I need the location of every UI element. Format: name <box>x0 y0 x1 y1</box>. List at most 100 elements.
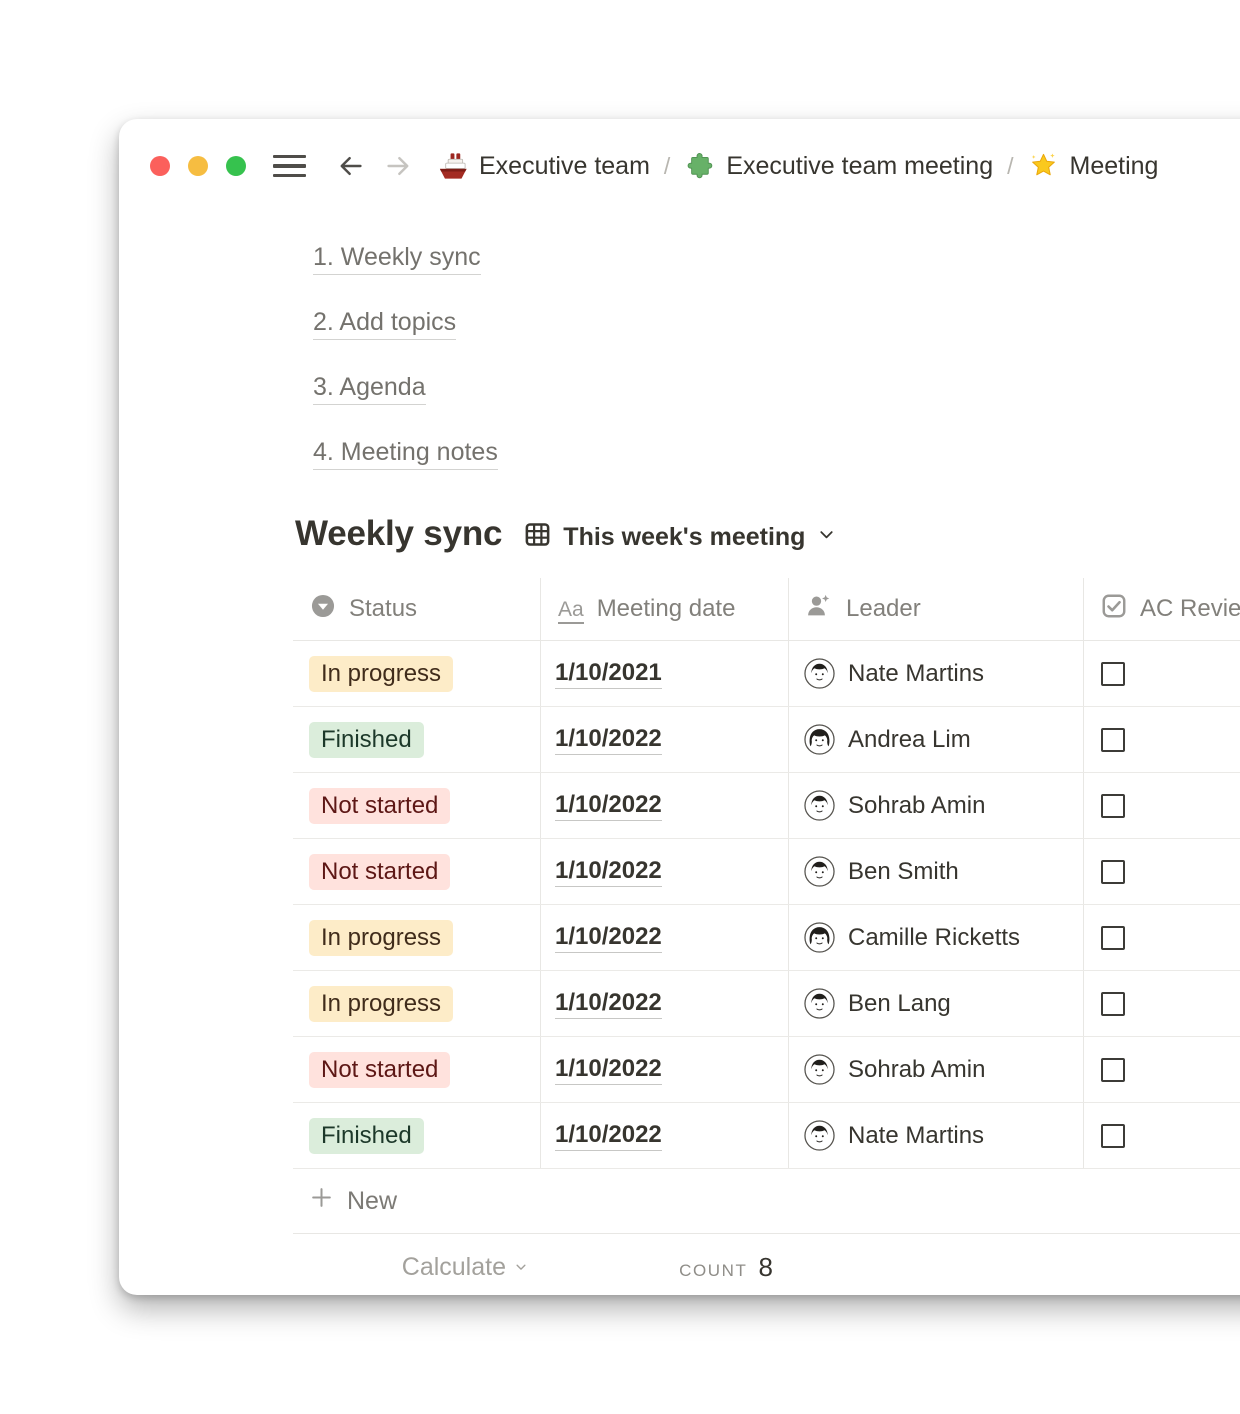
sidebar-menu-icon[interactable] <box>273 155 306 178</box>
meeting-date-cell[interactable]: 1/10/2022 <box>541 707 789 772</box>
checkbox[interactable] <box>1101 860 1125 884</box>
table-row: Not started 1/10/2022 Sohrab Amin <box>293 773 1240 839</box>
avatar <box>804 988 835 1019</box>
meeting-date-link[interactable]: 1/10/2022 <box>555 1121 662 1151</box>
status-badge: Not started <box>309 788 450 824</box>
table-row: In progress 1/10/2022 Ben Lang <box>293 971 1240 1037</box>
meeting-date-link[interactable]: 1/10/2021 <box>555 659 662 689</box>
leader-cell[interactable]: Sohrab Amin <box>789 1037 1084 1102</box>
breadcrumb-item[interactable]: Meeting <box>1028 151 1159 182</box>
checkbox[interactable] <box>1101 992 1125 1016</box>
column-header[interactable]: Status <box>293 578 541 640</box>
ac-reviewed-cell[interactable] <box>1084 707 1240 772</box>
meeting-date-link[interactable]: 1/10/2022 <box>555 791 662 821</box>
meeting-date-cell[interactable]: 1/10/2022 <box>541 839 789 904</box>
toc-link[interactable]: 4. Meeting notes <box>313 438 498 470</box>
status-cell[interactable]: Not started <box>293 773 541 838</box>
toc-link[interactable]: 1. Weekly sync <box>313 243 481 275</box>
ac-reviewed-cell[interactable] <box>1084 971 1240 1036</box>
ac-reviewed-cell[interactable] <box>1084 1103 1240 1168</box>
close-button[interactable] <box>150 156 170 176</box>
meeting-date-link[interactable]: 1/10/2022 <box>555 989 662 1019</box>
calculate-button[interactable]: Calculate <box>402 1253 541 1282</box>
status-badge: Finished <box>309 722 424 758</box>
new-row-label: New <box>347 1187 397 1216</box>
leader-cell[interactable]: Ben Smith <box>789 839 1084 904</box>
status-cell[interactable]: Finished <box>293 707 541 772</box>
meeting-date-cell[interactable]: 1/10/2022 <box>541 1103 789 1168</box>
person-property-icon <box>806 592 833 626</box>
checkbox[interactable] <box>1101 1124 1125 1148</box>
status-badge: In progress <box>309 986 453 1022</box>
breadcrumb-separator: / <box>1007 153 1013 180</box>
status-cell[interactable]: In progress <box>293 971 541 1036</box>
leader-cell[interactable]: Andrea Lim <box>789 707 1084 772</box>
meeting-date-link[interactable]: 1/10/2022 <box>555 857 662 887</box>
toc-item: 4. Meeting notes <box>313 438 1240 470</box>
zoom-button[interactable] <box>226 156 246 176</box>
checkbox[interactable] <box>1101 794 1125 818</box>
toc-item: 3. Agenda <box>313 373 1240 405</box>
column-header[interactable]: Aa Meeting date <box>541 578 789 640</box>
ac-reviewed-cell[interactable] <box>1084 839 1240 904</box>
breadcrumb-item[interactable]: Executive team <box>437 151 650 182</box>
avatar <box>804 724 835 755</box>
count-aggregate[interactable]: COUNT 8 <box>679 1252 789 1283</box>
checkbox[interactable] <box>1101 1058 1125 1082</box>
status-badge: In progress <box>309 920 453 956</box>
column-header[interactable]: Leader <box>789 578 1084 640</box>
leader-cell[interactable]: Sohrab Amin <box>789 773 1084 838</box>
leader-name: Sohrab Amin <box>848 1056 985 1084</box>
ac-reviewed-cell[interactable] <box>1084 1037 1240 1102</box>
notion-window: Executive team / Executive team meeting … <box>119 119 1240 1295</box>
leader-name: Ben Lang <box>848 990 951 1018</box>
ac-reviewed-cell[interactable] <box>1084 905 1240 970</box>
meeting-date-cell[interactable]: 1/10/2022 <box>541 905 789 970</box>
title-property-icon: Aa <box>558 595 584 623</box>
status-cell[interactable]: Finished <box>293 1103 541 1168</box>
leader-name: Ben Smith <box>848 858 959 886</box>
breadcrumb-separator: / <box>664 153 670 180</box>
leader-cell[interactable]: Camille Ricketts <box>789 905 1084 970</box>
table-view-icon <box>524 521 551 553</box>
table-row: In progress 1/10/2022 Camille Ricketts <box>293 905 1240 971</box>
toc-link[interactable]: 3. Agenda <box>313 373 426 405</box>
status-cell[interactable]: Not started <box>293 1037 541 1102</box>
ac-reviewed-cell[interactable] <box>1084 641 1240 706</box>
checkbox-property-icon <box>1101 593 1127 626</box>
forward-button[interactable] <box>383 152 414 180</box>
avatar <box>804 658 835 689</box>
back-button[interactable] <box>335 152 366 180</box>
database-table: Status Aa Meeting date Leader AC Reviewe… <box>293 578 1240 1295</box>
meeting-date-link[interactable]: 1/10/2022 <box>555 725 662 755</box>
checkbox[interactable] <box>1101 728 1125 752</box>
meeting-date-cell[interactable]: 1/10/2021 <box>541 641 789 706</box>
leader-cell[interactable]: Ben Lang <box>789 971 1084 1036</box>
table-of-contents: 1. Weekly sync 2. Add topics 3. Agenda 4… <box>313 243 1240 470</box>
plus-icon <box>310 1186 333 1216</box>
meeting-date-cell[interactable]: 1/10/2022 <box>541 971 789 1036</box>
breadcrumb-item[interactable]: Executive team meeting <box>684 151 993 182</box>
toc-link[interactable]: 2. Add topics <box>313 308 456 340</box>
checkbox[interactable] <box>1101 662 1125 686</box>
leader-cell[interactable]: Nate Martins <box>789 1103 1084 1168</box>
view-switcher[interactable]: This week's meeting <box>524 521 836 553</box>
new-row-button[interactable]: New <box>293 1169 1240 1234</box>
leader-cell[interactable]: Nate Martins <box>789 641 1084 706</box>
meeting-date-link[interactable]: 1/10/2022 <box>555 923 662 953</box>
page-title: Weekly sync <box>295 512 502 556</box>
ac-reviewed-cell[interactable] <box>1084 773 1240 838</box>
status-cell[interactable]: In progress <box>293 905 541 970</box>
ship-icon <box>437 151 468 182</box>
status-cell[interactable]: Not started <box>293 839 541 904</box>
avatar <box>804 856 835 887</box>
checkbox[interactable] <box>1101 926 1125 950</box>
minimize-button[interactable] <box>188 156 208 176</box>
status-cell[interactable]: In progress <box>293 641 541 706</box>
meeting-date-cell[interactable]: 1/10/2022 <box>541 773 789 838</box>
column-header[interactable]: AC Reviewed <box>1084 578 1240 640</box>
meeting-date-cell[interactable]: 1/10/2022 <box>541 1037 789 1102</box>
meeting-date-link[interactable]: 1/10/2022 <box>555 1055 662 1085</box>
traffic-lights <box>150 156 246 176</box>
table-footer-row: Calculate COUNT 8 <box>293 1234 1240 1295</box>
